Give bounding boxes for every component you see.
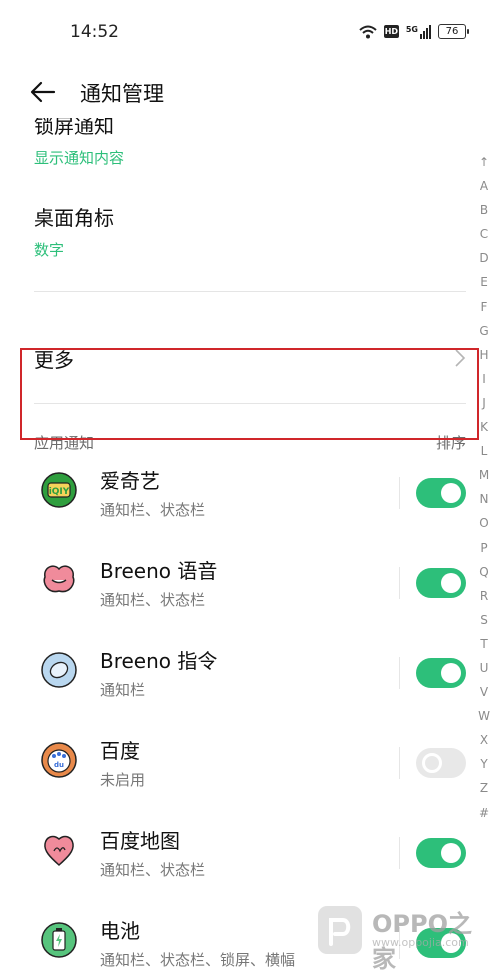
alphabet-index-letter[interactable]: S — [474, 608, 494, 632]
app-status: 通知栏、状态栏、锁屏、横幅 — [100, 951, 296, 969]
app-notification-header: 应用通知 — [34, 434, 95, 452]
alphabet-index-letter[interactable]: P — [474, 536, 494, 560]
app-notification-toggle[interactable] — [416, 748, 466, 778]
alphabet-index-letter[interactable]: R — [474, 584, 494, 608]
divider — [34, 291, 466, 292]
divider — [34, 403, 466, 404]
app-name: 爱奇艺 — [100, 469, 160, 493]
alphabet-index-letter[interactable]: A — [474, 174, 494, 198]
row-separator — [399, 747, 400, 779]
row-separator — [399, 837, 400, 869]
alphabet-index-letter[interactable]: Y — [474, 752, 494, 776]
desktop-badge-setting[interactable]: 桌面角标 数字 — [34, 202, 466, 260]
breeno-command-icon — [41, 652, 77, 688]
network-type: 5G — [405, 24, 418, 34]
page-title: 通知管理 — [80, 82, 164, 106]
iqiyi-icon: iQIY — [41, 472, 77, 508]
sort-button[interactable]: 排序 — [436, 432, 466, 453]
app-row[interactable]: Breeno 指令 通知栏 — [0, 631, 500, 721]
watermark-url: www.oppojia.com — [372, 936, 469, 949]
app-status: 通知栏、状态栏 — [100, 861, 206, 879]
baidu-icon: du — [41, 742, 77, 778]
breeno-voice-icon — [43, 565, 75, 593]
alphabet-index-letter[interactable]: J — [474, 391, 494, 415]
app-notification-toggle[interactable] — [416, 568, 466, 598]
alphabet-index-letter[interactable]: N — [474, 487, 494, 511]
app-name: Breeno 语音 — [100, 559, 218, 583]
app-status: 通知栏 — [100, 681, 146, 699]
baidu-map-icon — [44, 835, 74, 867]
app-row[interactable]: du 百度 未启用 — [0, 721, 500, 811]
alphabet-index-letter[interactable]: Q — [474, 560, 494, 584]
alphabet-index-letter[interactable]: G — [474, 319, 494, 343]
battery-icon: 76 — [438, 24, 469, 39]
back-arrow-icon[interactable] — [30, 80, 56, 104]
alphabet-index-letter[interactable]: T — [474, 632, 494, 656]
settings-content: 锁屏通知 显示通知内容 桌面角标 数字 更多 应用通知 排序 iQIY 爱奇艺 … — [0, 118, 500, 971]
status-bar: 14:52 HD 5G 76 — [0, 0, 500, 62]
alphabet-index-letter[interactable]: X — [474, 728, 494, 752]
alphabet-index-letter[interactable]: B — [474, 198, 494, 222]
desktop-badge-title: 桌面角标 — [34, 206, 114, 230]
alphabet-index-letter[interactable]: K — [474, 415, 494, 439]
oppo-home-logo-icon — [318, 906, 362, 954]
more-label: 更多 — [34, 348, 74, 372]
alphabet-index-letter[interactable]: H — [474, 343, 494, 367]
lock-screen-value: 显示通知内容 — [34, 149, 125, 167]
alphabet-index[interactable]: ↑ A B C D E F G H I J K L M N O P Q R S T U V W X Y Z # — [474, 150, 494, 825]
header-bar: 通知管理 — [0, 62, 500, 122]
app-row[interactable]: Breeno 语音 通知栏、状态栏 — [0, 541, 500, 631]
app-name: 百度 — [100, 739, 140, 763]
row-separator — [399, 477, 400, 509]
row-separator — [399, 567, 400, 599]
lock-screen-title: 锁屏通知 — [34, 118, 114, 138]
alphabet-index-letter[interactable]: C — [474, 222, 494, 246]
app-status: 通知栏、状态栏 — [100, 591, 206, 609]
hd-badge: HD — [383, 25, 399, 38]
alphabet-index-letter[interactable]: M — [474, 463, 494, 487]
lock-screen-notification[interactable]: 锁屏通知 显示通知内容 — [34, 118, 466, 168]
alphabet-index-letter[interactable]: # — [474, 801, 494, 825]
app-name: Breeno 指令 — [100, 649, 218, 673]
row-separator — [399, 657, 400, 689]
app-notification-toggle[interactable] — [416, 838, 466, 868]
app-name: 电池 — [100, 919, 140, 943]
app-row[interactable]: 百度地图 通知栏、状态栏 — [0, 811, 500, 901]
battery-app-icon — [41, 922, 77, 958]
app-name: 百度地图 — [100, 829, 180, 853]
alphabet-index-letter[interactable]: E — [474, 270, 494, 294]
alphabet-index-letter[interactable]: I — [474, 367, 494, 391]
app-notification-toggle[interactable] — [416, 658, 466, 688]
desktop-badge-value: 数字 — [34, 241, 65, 259]
battery-level: 76 — [445, 26, 459, 37]
svg-text:du: du — [54, 761, 64, 769]
chevron-right-icon — [455, 349, 466, 367]
more-row[interactable]: 更多 — [34, 328, 466, 384]
watermark: OPPO之家 www.oppojia.com — [318, 902, 490, 971]
alphabet-index-letter[interactable]: Z — [474, 776, 494, 800]
alphabet-index-letter[interactable]: F — [474, 295, 494, 319]
app-notification-toggle[interactable] — [416, 478, 466, 508]
alphabet-index-letter[interactable]: U — [474, 656, 494, 680]
alphabet-index-letter[interactable]: V — [474, 680, 494, 704]
alphabet-index-letter[interactable]: W — [474, 704, 494, 728]
status-icons: HD 5G 76 — [359, 24, 469, 39]
status-time: 14:52 — [70, 22, 119, 42]
alphabet-index-letter[interactable]: ↑ — [474, 150, 494, 174]
alphabet-index-letter[interactable]: D — [474, 246, 494, 270]
app-status: 通知栏、状态栏 — [100, 501, 206, 519]
signal-icon: 5G — [405, 24, 431, 39]
wifi-icon — [359, 25, 377, 38]
svg-text:iQIY: iQIY — [49, 487, 70, 497]
alphabet-index-letter[interactable]: O — [474, 511, 494, 535]
app-status: 未启用 — [100, 771, 146, 789]
app-row[interactable]: iQIY 爱奇艺 通知栏、状态栏 — [0, 451, 500, 541]
alphabet-index-letter[interactable]: L — [474, 439, 494, 463]
